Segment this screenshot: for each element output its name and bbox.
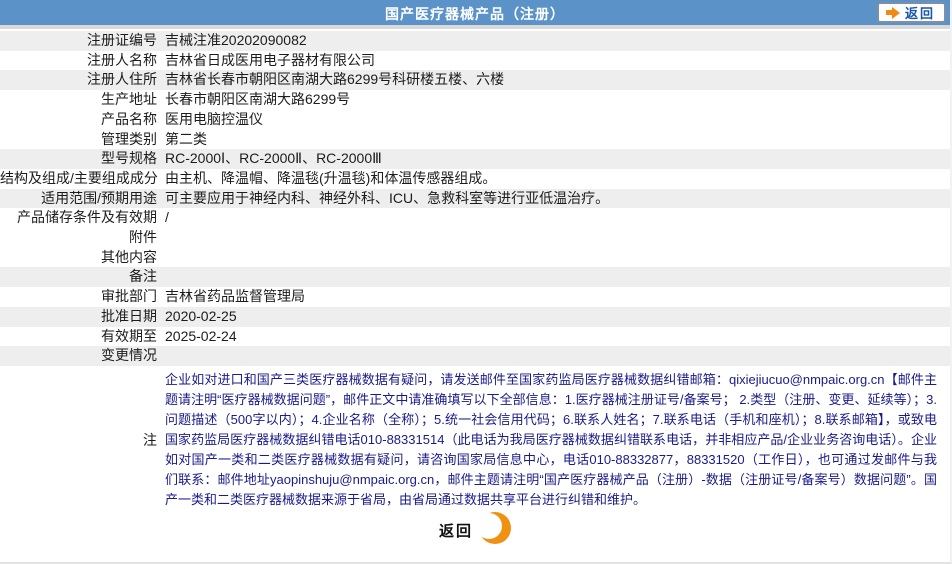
back-button-label: 返回 (904, 6, 935, 21)
row-label: 产品名称 (101, 110, 157, 127)
table-row-product-name: 产品名称 医用电脑控温仪 (0, 110, 950, 130)
row-value: 2020-02-25 (165, 307, 237, 324)
crescent-icon-inner (476, 512, 502, 539)
row-value: 吉林省长春市朝阳区南湖大路6299号科研楼五楼、六楼 (165, 71, 505, 88)
row-value: RC-2000Ⅰ、RC-2000Ⅱ、RC-2000Ⅲ (165, 150, 382, 167)
table-row-management-category: 管理类别 第二类 (0, 130, 950, 150)
table-row-attachments: 附件 (0, 228, 950, 248)
row-value: 医用电脑控温仪 (165, 110, 263, 127)
row-value: 吉械注准20202090082 (165, 32, 307, 48)
page: 国产医疗器械产品（注册） 返回 注册证编号 吉械注准20202090082 注册… (0, 0, 952, 564)
row-label: 结构及组成/主要组成成分 (0, 169, 158, 186)
table-row-other-content: 其他内容 (0, 248, 950, 268)
table-row-approval-date: 批准日期 2020-02-25 (0, 306, 950, 327)
table-row-model-spec: 型号规格 RC-2000Ⅰ、RC-2000Ⅱ、RC-2000Ⅲ (0, 149, 950, 169)
row-label: 注册人住所 (87, 71, 157, 88)
header-bar: 国产医疗器械产品（注册） 返回 (0, 0, 950, 25)
table-row-registrant-address: 注册人住所 吉林省长春市朝阳区南湖大路6299号科研楼五楼、六楼 (0, 70, 950, 91)
table-row-valid-until: 有效期至 2025-02-24 (0, 327, 950, 347)
page-title: 国产医疗器械产品（注册） (385, 6, 565, 22)
right-arrow-icon (885, 6, 900, 19)
note-row: 注 企业如对进口和国产三类医疗器械数据有疑问，请发送邮件至国家药监局医疗器械数据… (0, 365, 950, 512)
row-value (165, 248, 950, 268)
row-value: 2025-02-24 (165, 327, 237, 344)
row-label: 适用范围/预期用途 (41, 189, 157, 206)
row-label: 审批部门 (101, 288, 157, 305)
footer: 返回 (0, 511, 950, 548)
row-value: 可主要应用于神经内科、神经外科、ICU、急救科室等进行亚低温治疗。 (165, 189, 610, 206)
row-value (165, 346, 950, 366)
table-row-change-status: 变更情况 (0, 346, 950, 366)
table-row-registrant-name: 注册人名称 吉林省日成医用电子器材有限公司 (0, 51, 950, 71)
row-label: 注册证编号 (87, 32, 157, 48)
row-label: 变更情况 (101, 347, 157, 364)
row-value: 吉林省药品监督管理局 (165, 288, 305, 305)
table-row-production-address: 生产地址 长春市朝阳区南湖大路6299号 (0, 90, 950, 110)
note-text: 企业如对进口和国产三类医疗器械数据有疑问，请发送邮件至国家药监局医疗器械数据纠错… (165, 371, 937, 507)
row-value (165, 267, 950, 287)
table-row-storage-conditions: 产品储存条件及有效期 / (0, 208, 950, 228)
row-value (165, 228, 950, 248)
row-label: 附件 (129, 229, 157, 246)
back-button-label: 返回 (439, 522, 474, 540)
table-row-intended-use: 适用范围/预期用途 可主要应用于神经内科、神经外科、ICU、急救科室等进行亚低温… (0, 188, 950, 209)
detail-table: 注册证编号 吉械注准20202090082 注册人名称 吉林省日成医用电子器材有… (0, 29, 950, 512)
row-value: 第二类 (165, 130, 207, 147)
right-arrow-icon-head (891, 6, 900, 19)
row-label: 批准日期 (101, 307, 157, 324)
table-row-remarks: 备注 (0, 267, 950, 288)
row-value: 长春市朝阳区南湖大路6299号 (165, 91, 351, 108)
table-row-structure-composition: 结构及组成/主要组成成分 由主机、降温帽、降温毯(升温毯)和体温传感器组成。 (0, 169, 950, 189)
row-label: 其他内容 (101, 248, 157, 265)
row-label: 管理类别 (101, 130, 157, 147)
note-label: 注 (143, 431, 157, 448)
row-label: 产品储存条件及有效期 (17, 209, 157, 226)
row-label: 注册人名称 (87, 51, 157, 68)
back-button-top[interactable]: 返回 (876, 2, 946, 23)
row-label: 型号规格 (101, 150, 157, 167)
table-row-approval-department: 审批部门 吉林省药品监督管理局 (0, 287, 950, 307)
row-label: 生产地址 (101, 91, 157, 108)
row-label: 备注 (129, 268, 157, 285)
row-value: 吉林省日成医用电子器材有限公司 (165, 51, 375, 68)
back-button-bottom[interactable]: 返回 (439, 511, 511, 546)
table-row-registration-number: 注册证编号 吉械注准20202090082 (0, 31, 950, 51)
row-label: 有效期至 (101, 327, 157, 344)
row-value: 由主机、降温帽、降温毯(升温毯)和体温传感器组成。 (165, 169, 497, 186)
row-value: / (165, 209, 169, 226)
